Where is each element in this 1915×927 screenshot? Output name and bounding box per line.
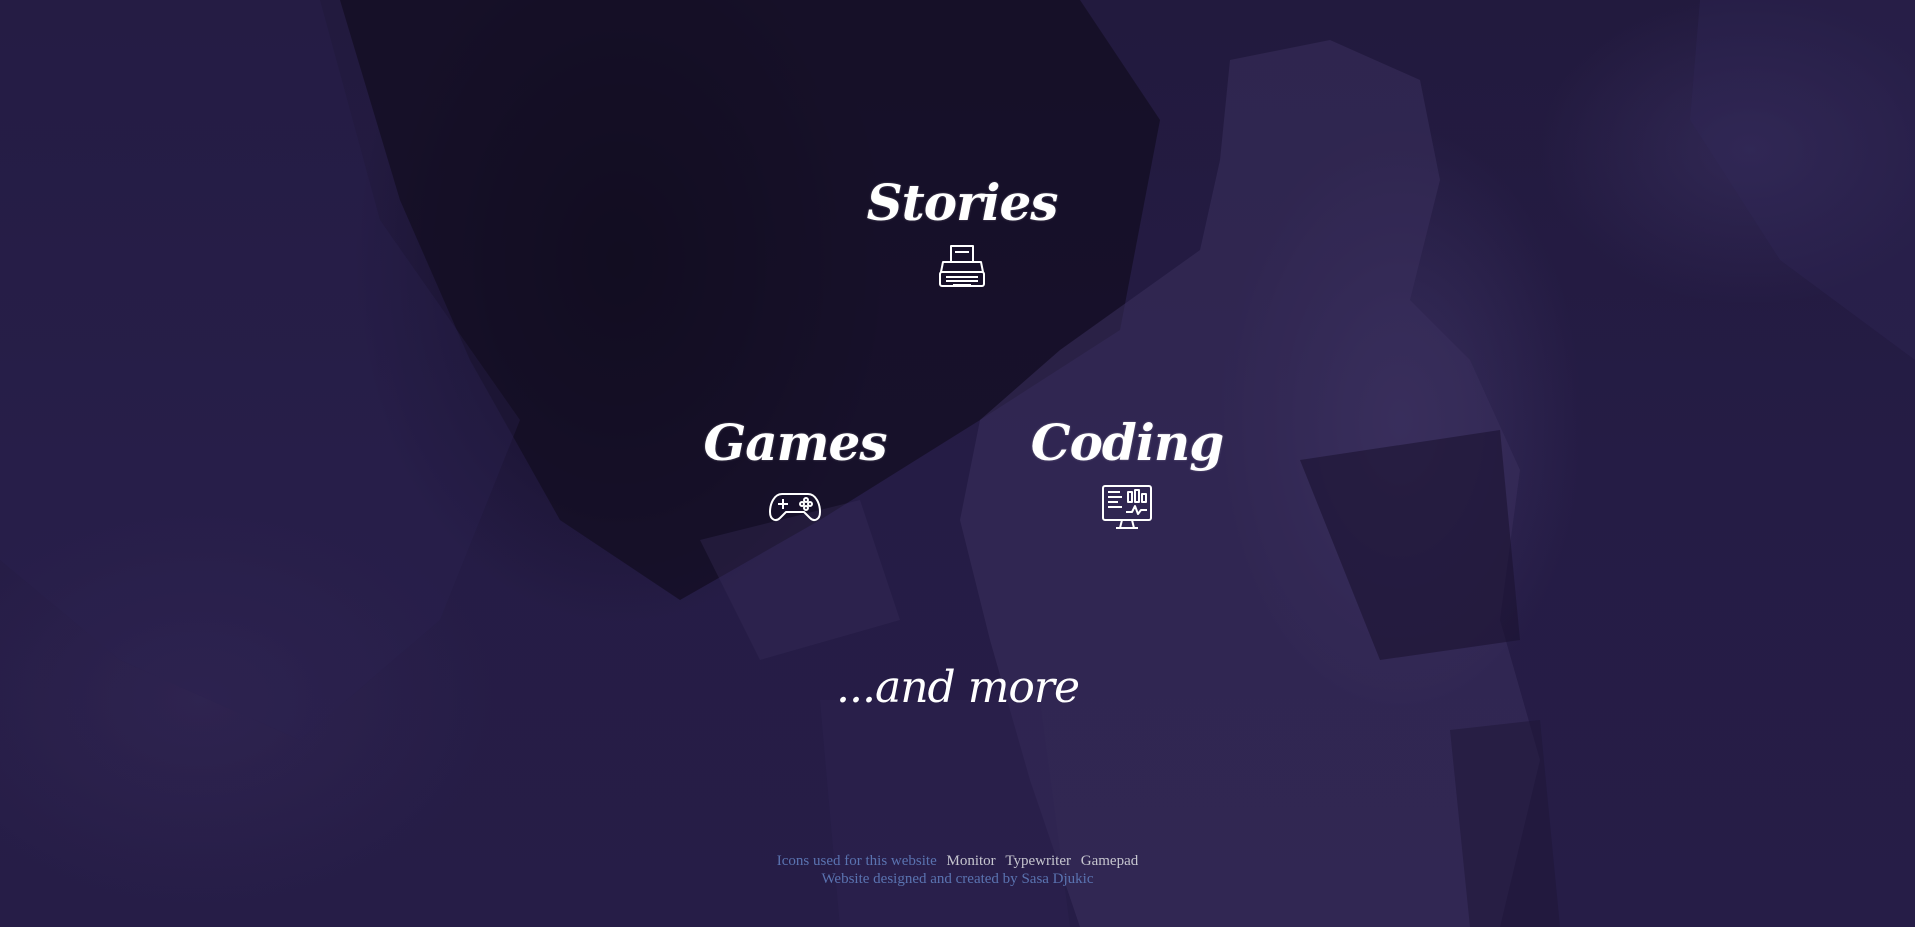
- page: Stories Games Coding ...and more Icons u…: [0, 0, 1915, 927]
- gamepad-credit-link[interactable]: Gamepad: [1081, 853, 1138, 869]
- stories-title: Stories: [866, 173, 1059, 232]
- menu-item-stories[interactable]: Stories: [857, 178, 1067, 294]
- footer: Icons used for this website Monitor Type…: [0, 852, 1915, 888]
- monitor-icon: [1102, 485, 1152, 529]
- background-artwork: [0, 0, 1915, 927]
- menu-item-coding[interactable]: Coding: [1022, 418, 1232, 534]
- games-title: Games: [703, 413, 888, 472]
- typewriter-icon: [939, 245, 985, 287]
- menu-item-games[interactable]: Games: [690, 418, 900, 534]
- and-more-text: ...and more: [836, 662, 1080, 713]
- icons-credit-label: Icons used for this website: [776, 853, 937, 869]
- gamepad-icon: [769, 493, 821, 521]
- coding-title: Coding: [1030, 413, 1224, 472]
- footer-icons-line: Icons used for this website Monitor Type…: [0, 852, 1915, 870]
- footer-author-line: Website designed and created by Sasa Dju…: [0, 870, 1915, 888]
- designed-by-text: Website designed and created by: [821, 871, 1018, 887]
- author-link[interactable]: Sasa Djukic: [1021, 871, 1093, 887]
- typewriter-credit-link[interactable]: Typewriter: [1005, 853, 1071, 869]
- monitor-credit-link[interactable]: Monitor: [946, 853, 995, 869]
